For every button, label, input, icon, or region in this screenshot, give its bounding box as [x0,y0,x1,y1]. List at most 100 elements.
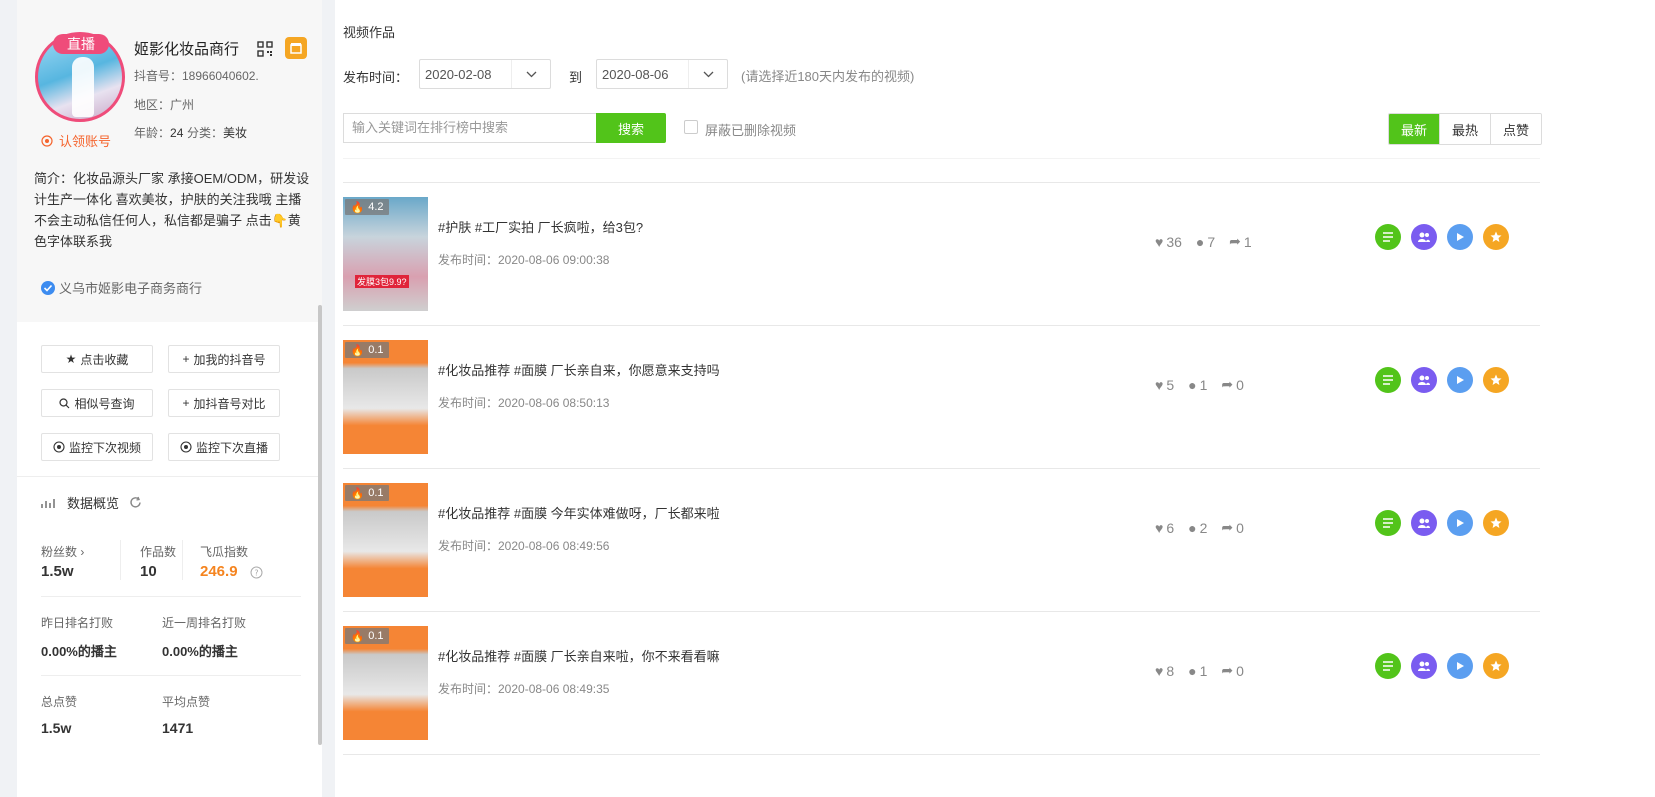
video-row[interactable]: 🔥 0.1 #化妆品推荐 #面膜 厂长亲自来，你愿意来支持吗 发布时间：2020-… [343,326,1540,469]
audience-icon[interactable] [1411,367,1437,393]
week-label: 近一周排名打败 [162,616,247,630]
star-icon[interactable] [1483,653,1509,679]
bio: 简介：化妆品源头厂家 承接OEM/ODM，研发设计生产一体化 喜欢美妆，护肤的关… [34,171,310,249]
sort-likes-button[interactable]: 点赞 [1490,114,1541,144]
video-row[interactable]: 🔥 0.1 #化妆品推荐 #面膜 厂长亲自来啦，你不来看看嘛 发布时间：2020-… [343,612,1540,755]
comment-icon: ● [1195,233,1205,250]
sidebar-scrollbar[interactable] [318,305,322,745]
live-badge[interactable]: 直播 [53,34,109,54]
play-icon[interactable] [1447,653,1473,679]
section-title: 视频作品 [343,25,396,40]
age-label: 年龄： [134,126,171,140]
shop-icon[interactable] [285,37,307,59]
search-button[interactable]: 搜索 [596,113,666,143]
avg-likes-label: 平均点赞 [162,695,211,709]
video-thumbnail[interactable]: 🔥 4.2 发膜3包9.9? [343,197,428,311]
detail-list-icon[interactable] [1375,653,1401,679]
video-title[interactable]: #化妆品推荐 #面膜 今年实体难做呀，厂长都来啦 [438,503,720,522]
favorite-button[interactable]: ★ 点击收藏 [41,345,153,373]
monitor-live-button[interactable]: 监控下次直播 [168,433,280,461]
row-actions [1375,653,1509,679]
region: 地区：广州 [134,98,195,112]
favorite-label: 点击收藏 [80,352,129,367]
refresh-icon[interactable] [129,496,142,509]
comment-icon: ● [1188,376,1197,393]
divider [182,540,183,580]
video-date: 发布时间：2020-08-06 09:00:38 [438,253,610,267]
video-date: 发布时间：2020-08-06 08:49:35 [438,682,610,696]
flame-icon: 🔥 [350,487,365,500]
divider [41,596,301,597]
video-thumbnail[interactable]: 🔥 0.1 [343,483,428,597]
video-title[interactable]: #化妆品推荐 #面膜 厂长亲自来，你愿意来支持吗 [438,360,720,379]
help-icon[interactable]: ? [250,566,263,579]
sort-hot-button[interactable]: 最热 [1439,114,1490,144]
video-title[interactable]: #化妆品推荐 #面膜 厂长亲自来啦，你不来看看嘛 [438,646,720,665]
main-panel: 视频作品 发布时间： 2020-02-08 到 2020-08-06 (请选择近… [335,0,1655,797]
star-icon[interactable] [1483,510,1509,536]
play-icon[interactable] [1447,224,1473,250]
similar-search-button[interactable]: 相似号查询 [41,389,153,417]
works-label: 作品数 [140,545,177,559]
audience-icon[interactable] [1411,224,1437,250]
heat-score-badge: 🔥 4.2 [345,199,389,215]
qrcode-icon[interactable] [257,41,273,57]
sort-toggle: 最新 最热 点赞 [1388,113,1542,145]
divider [120,540,121,580]
video-thumbnail[interactable]: 🔥 0.1 [343,626,428,740]
detail-list-icon[interactable] [1375,510,1401,536]
chevron-down-icon [688,60,727,88]
divider [17,476,322,477]
share-icon: ➦ [1221,519,1234,535]
date-from-value: 2020-02-08 [425,66,492,82]
heat-score: 0.1 [368,487,384,499]
age-info: 年龄：24 [134,124,183,141]
comment-icon: ● [1188,519,1197,536]
monitor-video-label: 监控下次视频 [68,440,141,455]
likes-metric: ♥ 6 [1155,519,1174,536]
heat-score-badge: 🔥 0.1 [345,628,389,644]
video-thumbnail[interactable]: 🔥 0.1 [343,340,428,454]
detail-list-icon[interactable] [1375,367,1401,393]
fans-link[interactable]: 粉丝数 › [41,543,84,560]
company-verified: 义乌市姬影电子商务商行 [41,278,202,297]
shares-metric: ➦ 0 [1221,662,1244,679]
likes-metric: ♥ 36 [1155,233,1182,250]
heart-icon: ♥ [1155,662,1164,679]
comments-metric: ● 7 [1196,233,1215,250]
profile-card: 直播 姬影化妆品商行 抖音号：18966040602. 地区：广州 认领账号 年… [17,0,322,322]
video-row[interactable]: 🔥 4.2 发膜3包9.9? #护肤 #工厂实拍 厂长疯啦，给3包? 发布时间：2… [343,183,1540,326]
claim-account-link[interactable]: 认领账号 [41,131,111,150]
star-icon[interactable] [1483,224,1509,250]
video-title[interactable]: #护肤 #工厂实拍 厂长疯啦，给3包? [438,217,643,236]
shares-count: 1 [1243,233,1252,250]
eye-icon [53,441,65,453]
category-label: 分类： [187,126,224,140]
hide-deleted-label[interactable]: 屏蔽已删除视频 [705,120,796,139]
date-to-picker[interactable]: 2020-08-06 [596,59,728,89]
date-from-picker[interactable]: 2020-02-08 [419,59,551,89]
shares-metric: ➦ 0 [1221,376,1244,393]
claim-label: 认领账号 [59,134,112,149]
detail-list-icon[interactable] [1375,224,1401,250]
search-input[interactable]: 输入关键词在排行榜中搜索 [343,113,596,143]
monitor-video-button[interactable]: 监控下次视频 [41,433,153,461]
avg-likes-value: 1471 [162,720,194,736]
hide-deleted-checkbox[interactable] [684,120,698,134]
comments-count: 2 [1199,519,1208,536]
video-row[interactable]: 🔥 0.1 #化妆品推荐 #面膜 今年实体难做呀，厂长都来啦 发布时间：2020-… [343,469,1540,612]
thumbnail-caption: 发膜3包9.9? [355,275,409,288]
play-icon[interactable] [1447,367,1473,393]
sort-latest-button[interactable]: 最新 [1389,114,1439,144]
compare-button[interactable]: + 加抖音号对比 [168,389,280,417]
chevron-down-icon [511,60,550,88]
chart-icon [41,498,55,508]
audience-icon[interactable] [1411,510,1437,536]
add-my-douyin-button[interactable]: + 加我的抖音号 [168,345,280,373]
heart-icon: ♥ [1155,376,1164,393]
star-icon[interactable] [1483,367,1509,393]
company-name: 义乌市姬影电子商务商行 [59,281,203,296]
play-icon[interactable] [1447,510,1473,536]
likes-count: 5 [1166,376,1175,393]
audience-icon[interactable] [1411,653,1437,679]
